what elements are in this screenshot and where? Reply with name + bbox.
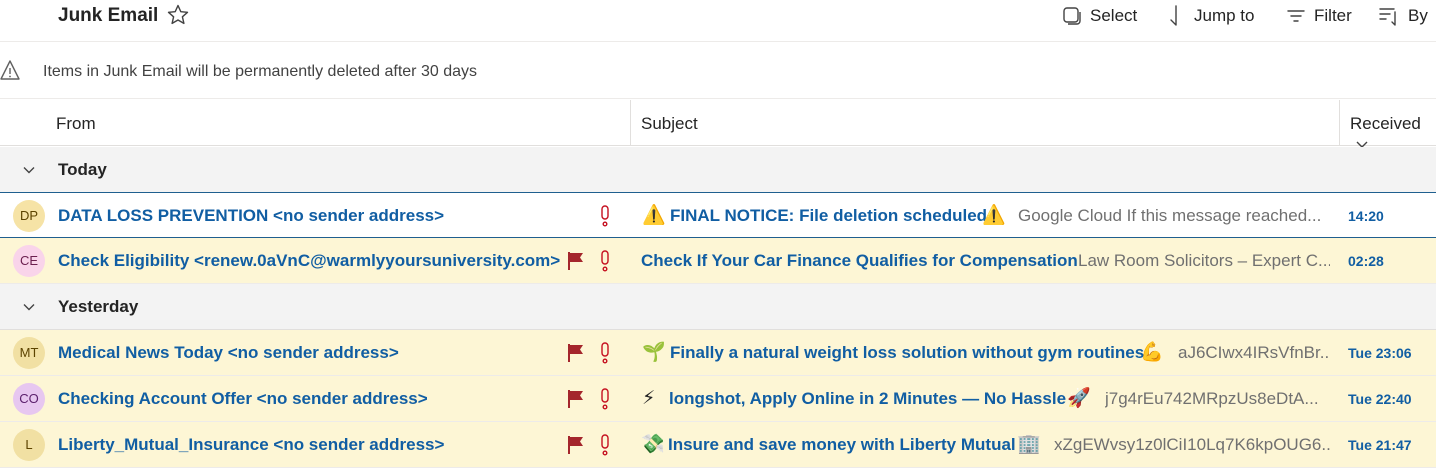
- group-label: Yesterday: [58, 297, 139, 316]
- column-header-from[interactable]: From: [56, 114, 96, 134]
- chevron-down-icon[interactable]: [22, 300, 36, 319]
- received-time: 14:20: [1348, 208, 1384, 224]
- avatar[interactable]: L: [13, 429, 45, 461]
- avatar[interactable]: DP: [13, 200, 45, 232]
- warning-emoji-icon: ⚠️: [642, 205, 666, 226]
- select-button[interactable]: Select: [1062, 4, 1137, 28]
- high-importance-icon: [599, 388, 611, 415]
- high-importance-icon: [599, 205, 611, 232]
- warning-emoji-icon: ⚠️: [982, 205, 1006, 226]
- rocket-emoji-icon: 🚀: [1067, 388, 1091, 409]
- received-time: Tue 23:06: [1348, 345, 1412, 361]
- received-time: Tue 21:47: [1348, 437, 1412, 453]
- received-header-label: Received: [1350, 114, 1421, 133]
- subject: Finally a natural weight loss solution w…: [670, 343, 1145, 362]
- subject: Insure and save money with Liberty Mutua…: [668, 435, 1016, 454]
- high-importance-icon: [599, 250, 611, 277]
- group-label: Today: [58, 160, 107, 179]
- avatar[interactable]: CO: [13, 383, 45, 415]
- folder-title: Junk Email: [58, 5, 159, 26]
- junk-notice-bar: Items in Junk Email will be permanently …: [0, 43, 1436, 99]
- preview-text: aJ6CIwx4IRsVfnBr...: [1178, 343, 1330, 362]
- select-icon: [1063, 7, 1081, 25]
- filter-icon: [1287, 10, 1305, 22]
- subject: Check If Your Car Finance Qualifies for …: [641, 251, 1078, 270]
- column-header-subject[interactable]: Subject: [641, 114, 698, 134]
- subject: FINAL NOTICE: File deletion scheduled: [670, 206, 988, 225]
- sort-label: By: [1408, 6, 1428, 25]
- warning-icon: [0, 59, 20, 88]
- group-header-today[interactable]: Today: [0, 147, 1436, 193]
- flag-icon[interactable]: [567, 251, 585, 276]
- received-time: 02:28: [1348, 253, 1384, 269]
- jump-to-button[interactable]: Jump to: [1166, 4, 1254, 28]
- arrow-down-icon: [1170, 5, 1177, 26]
- toolbar: Junk Email Select Jump to Filter By: [0, 0, 1436, 42]
- preview-text: j7g4rEu742MRpzUs8eDtA...: [1105, 389, 1319, 408]
- office-building-emoji-icon: 🏢: [1017, 434, 1041, 455]
- message-row[interactable]: MT Medical News Today <no sender address…: [0, 330, 1436, 376]
- high-importance-icon: [599, 342, 611, 369]
- sender: DATA LOSS PREVENTION <no sender address>: [58, 206, 445, 225]
- sort-button[interactable]: By: [1378, 4, 1428, 28]
- preview-text: Law Room Solicitors – Expert C...: [1078, 251, 1330, 270]
- favorite-star-icon[interactable]: [166, 3, 190, 27]
- seedling-emoji-icon: 🌱: [642, 342, 666, 363]
- sender: Check Eligibility <renew.0aVnC@warmlyyou…: [58, 251, 561, 270]
- avatar[interactable]: CE: [13, 245, 45, 277]
- sender: Liberty_Mutual_Insurance <no sender addr…: [58, 435, 445, 454]
- preview-text: xZgEWvsy1z0lCiI10Lq7K6kpOUG6...: [1054, 435, 1330, 454]
- jump-to-label: Jump to: [1194, 6, 1255, 25]
- message-row[interactable]: CO Checking Account Offer <no sender add…: [0, 376, 1436, 422]
- flag-icon[interactable]: [567, 343, 585, 368]
- avatar[interactable]: MT: [13, 337, 45, 369]
- subject: longshot, Apply Online in 2 Minutes — No…: [669, 389, 1067, 408]
- lightning-emoji-icon: ⚡: [642, 388, 656, 409]
- sender: Checking Account Offer <no sender addres…: [58, 389, 428, 408]
- flag-icon[interactable]: [567, 435, 585, 460]
- preview-text: Google Cloud If this message reached...: [1018, 206, 1322, 225]
- message-row[interactable]: L Liberty_Mutual_Insurance <no sender ad…: [0, 422, 1436, 468]
- flag-icon[interactable]: [567, 389, 585, 414]
- column-headers: From Subject Received: [0, 100, 1436, 148]
- column-divider[interactable]: [630, 100, 631, 146]
- sender: Medical News Today <no sender address>: [58, 343, 399, 362]
- select-label: Select: [1090, 6, 1138, 25]
- sort-icon: [1379, 8, 1396, 26]
- money-with-wings-emoji-icon: 💸: [641, 434, 665, 455]
- group-header-yesterday[interactable]: Yesterday: [0, 284, 1436, 330]
- flexed-biceps-emoji-icon: 💪: [1140, 342, 1164, 363]
- notice-text: Items in Junk Email will be permanently …: [43, 63, 477, 80]
- message-row[interactable]: CE Check Eligibility <renew.0aVnC@warmly…: [0, 238, 1436, 284]
- chevron-down-icon[interactable]: [22, 163, 36, 182]
- received-time: Tue 22:40: [1348, 391, 1412, 407]
- column-divider[interactable]: [1339, 100, 1340, 146]
- message-row[interactable]: DP DATA LOSS PREVENTION <no sender addre…: [0, 192, 1436, 238]
- filter-button[interactable]: Filter: [1286, 4, 1352, 28]
- high-importance-icon: [599, 434, 611, 461]
- filter-label: Filter: [1314, 6, 1352, 25]
